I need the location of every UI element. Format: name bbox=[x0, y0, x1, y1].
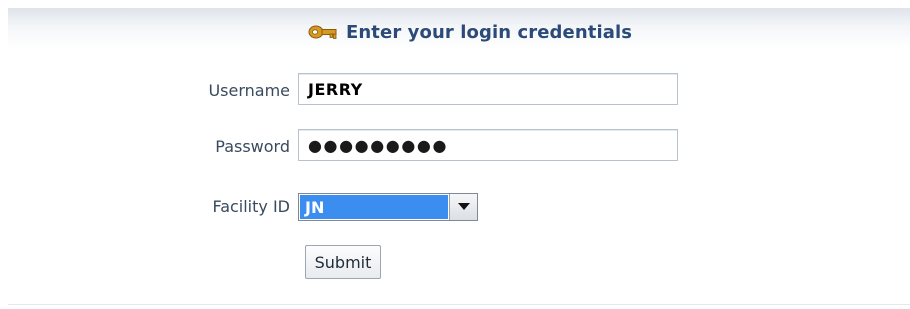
facility-id-select[interactable]: JN bbox=[298, 193, 478, 221]
username-value: JERRY bbox=[308, 79, 363, 99]
facility-id-selected-value: JN bbox=[300, 195, 448, 219]
facility-id-label: Facility ID bbox=[212, 197, 290, 216]
password-masked-value: ●●●●●●●●● bbox=[308, 135, 449, 155]
login-header: Enter your login credentials bbox=[308, 19, 632, 45]
submit-button[interactable]: Submit bbox=[305, 245, 381, 279]
page-title: Enter your login credentials bbox=[346, 21, 633, 43]
password-field[interactable]: ●●●●●●●●● bbox=[298, 129, 678, 161]
username-label: Username bbox=[208, 81, 290, 100]
username-field[interactable]: JERRY bbox=[298, 73, 678, 105]
key-icon bbox=[308, 22, 338, 42]
login-panel: Enter your login credentials Username JE… bbox=[8, 8, 910, 305]
password-label: Password bbox=[215, 137, 290, 156]
dropdown-arrow-button[interactable] bbox=[449, 194, 477, 220]
chevron-down-icon bbox=[457, 203, 470, 210]
